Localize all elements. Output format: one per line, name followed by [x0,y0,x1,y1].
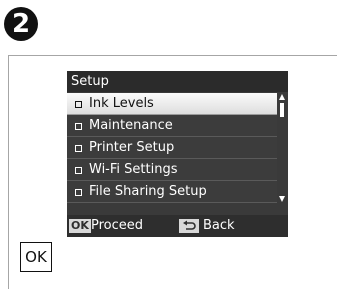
menu-scrollbar[interactable] [278,93,287,203]
bullet-icon [75,145,82,152]
menu-item-label: Maintenance [89,118,173,133]
back-label: Back [203,218,235,233]
ok-button[interactable]: OK [20,242,52,272]
bullet-icon [75,101,82,108]
ok-key-badge: OK [69,219,91,233]
bullet-icon [75,167,82,174]
menu-item-label: Ink Levels [89,96,154,111]
back-key-icon [179,219,199,233]
setup-menu: Ink Levels Maintenance Printer Setup Wi-… [67,93,277,203]
bullet-icon [75,189,82,196]
bullet-icon [75,123,82,130]
menu-item-printer-setup[interactable]: Printer Setup [67,137,277,159]
menu-item-label: Printer Setup [89,140,175,155]
menu-item-maintenance[interactable]: Maintenance [67,115,277,137]
proceed-label: Proceed [91,218,144,233]
scrollbar-thumb[interactable] [280,103,284,117]
printer-lcd-screen: Setup Ink Levels Maintenance Printer Set… [67,71,288,237]
screen-footer: OK Proceed Back [67,215,288,237]
scroll-up-arrow-icon [279,94,285,100]
instruction-panel: 2 Setup Ink Levels Maintenance Printer S… [0,0,338,290]
menu-item-wifi-settings[interactable]: Wi-Fi Settings [67,159,277,181]
menu-item-ink-levels[interactable]: Ink Levels [67,93,277,115]
step-number-badge: 2 [4,7,38,41]
menu-item-label: Wi-Fi Settings [89,162,178,177]
scroll-down-arrow-icon [279,196,285,202]
screen-title: Setup [67,71,288,92]
menu-item-label: File Sharing Setup [89,184,207,199]
back-arrow-icon [183,220,196,230]
menu-item-file-sharing-setup[interactable]: File Sharing Setup [67,181,277,203]
